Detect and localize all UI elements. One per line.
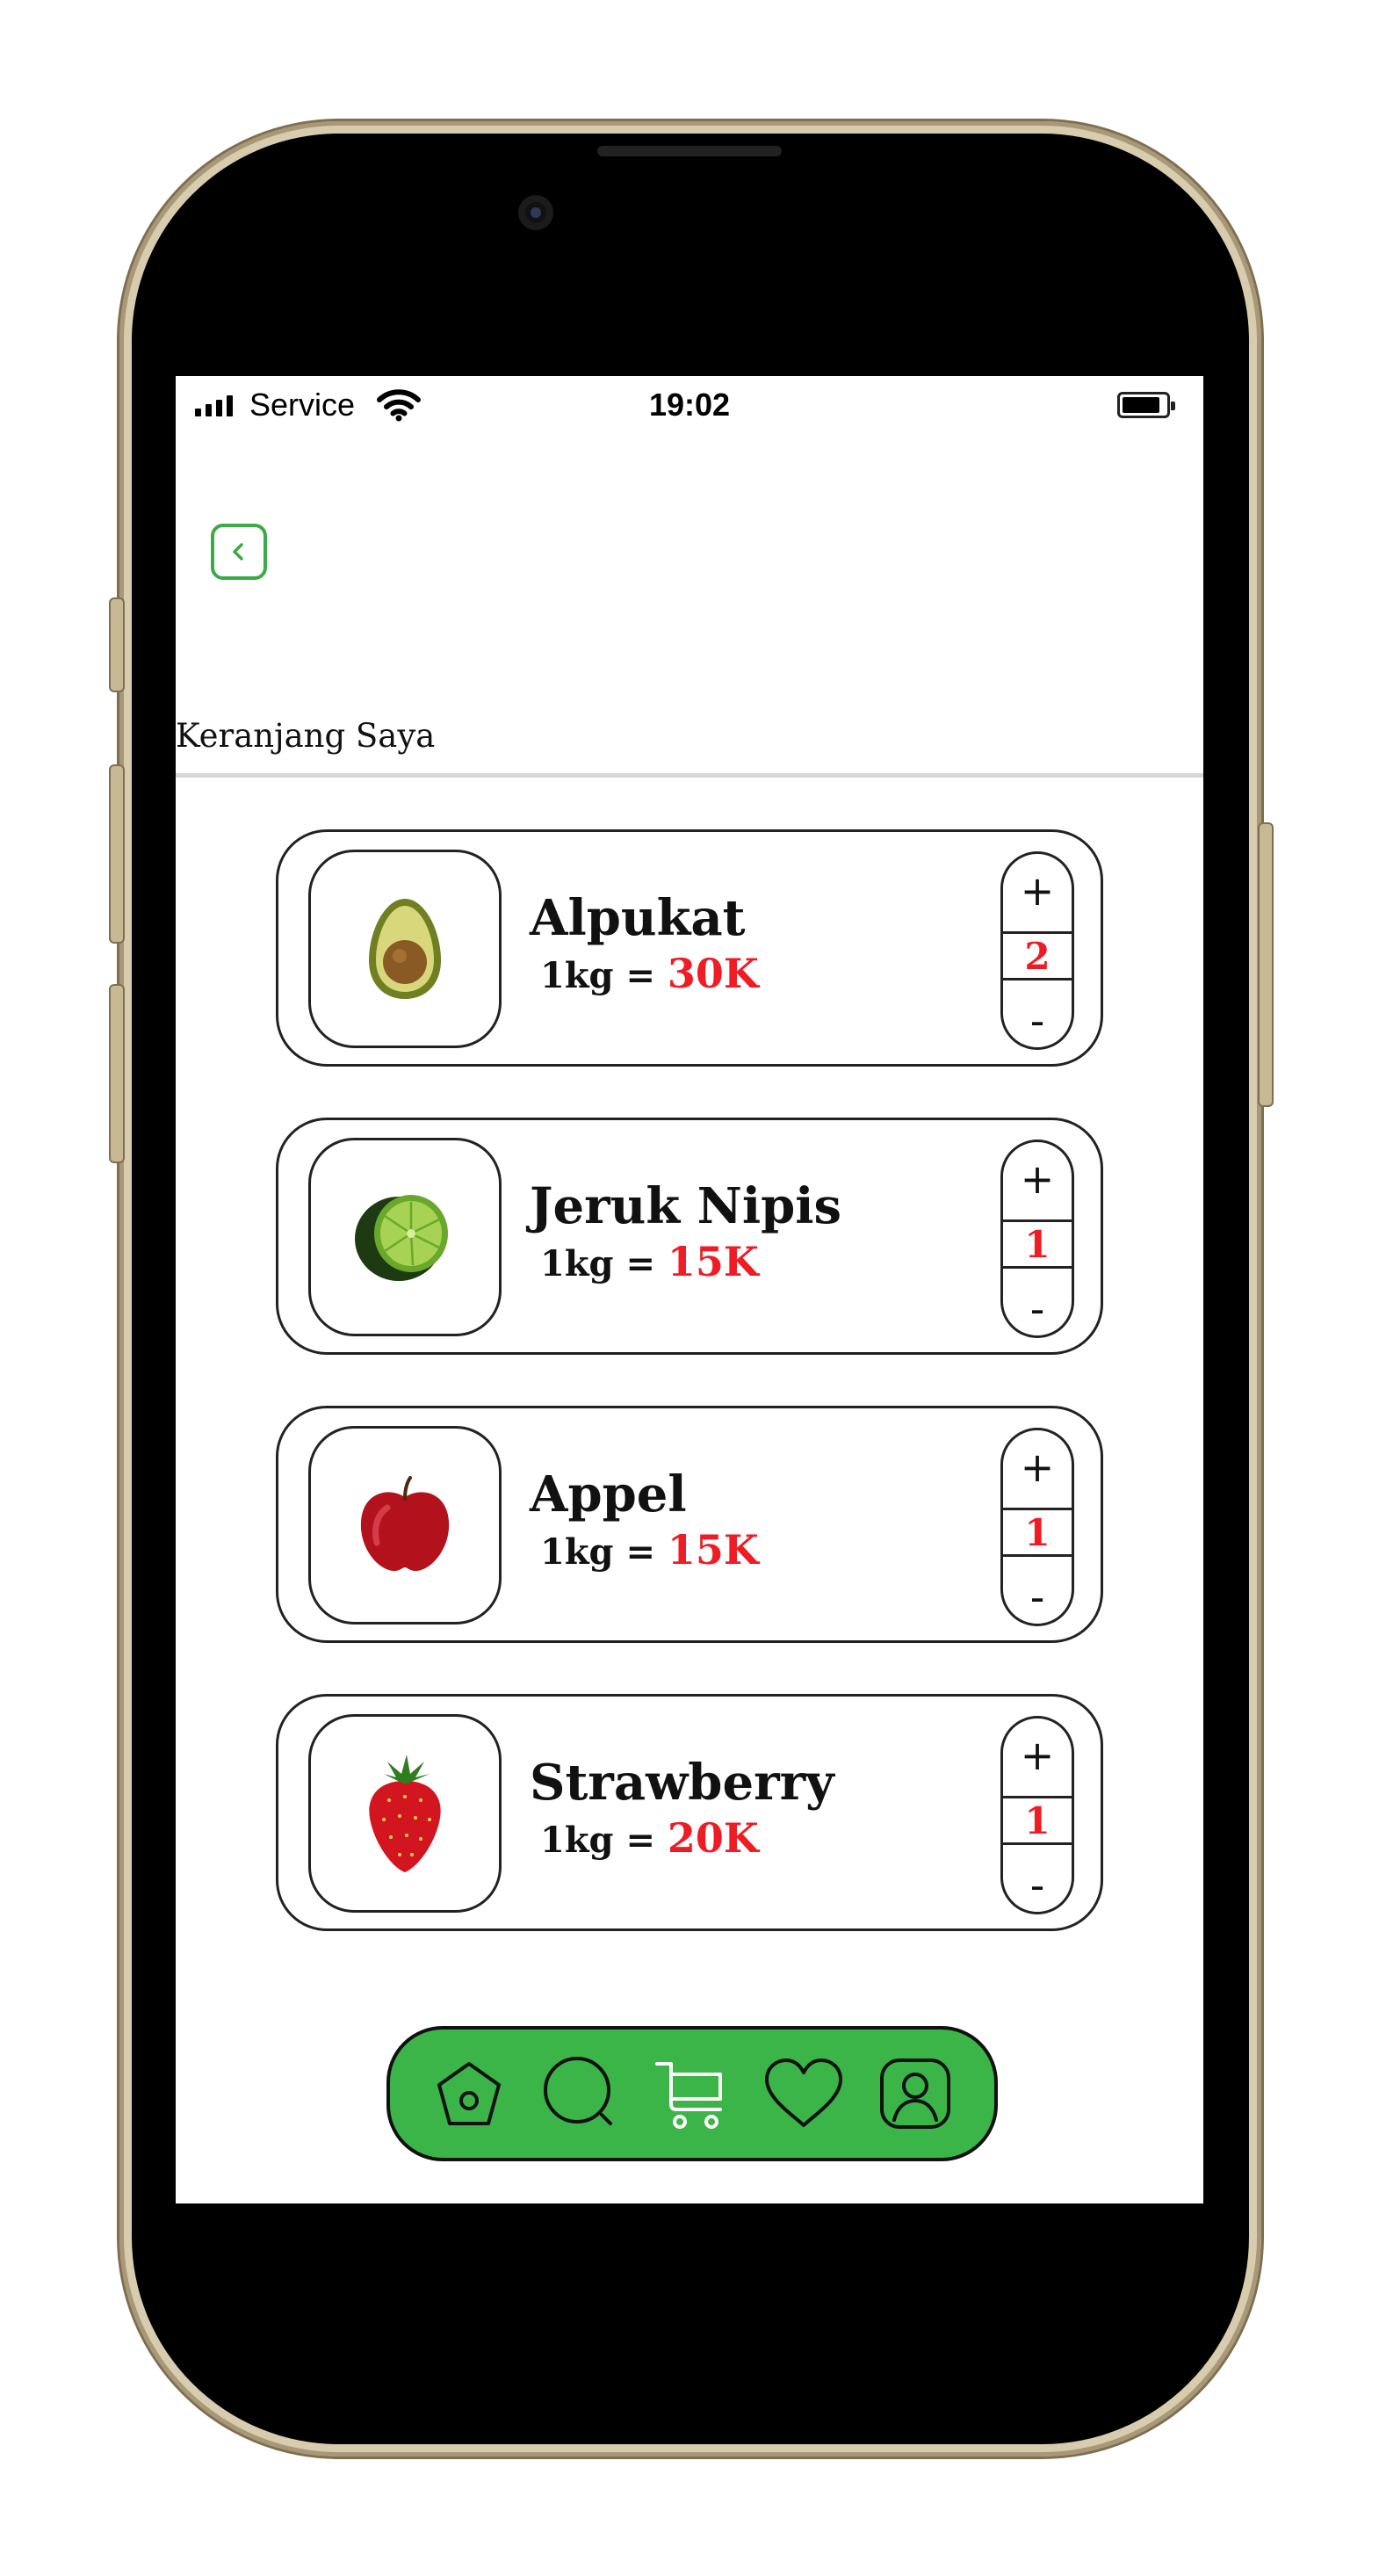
cart-icon xyxy=(655,2062,722,2129)
product-name: Jeruk Nipis xyxy=(530,1177,842,1235)
decrement-button[interactable]: - xyxy=(1003,1272,1072,1335)
product-name: Alpukat xyxy=(530,889,746,947)
product-price: 1kg = 15K xyxy=(540,1241,759,1282)
speaker-grille xyxy=(597,146,782,156)
quantity-stepper: + 1 - xyxy=(1000,1428,1074,1626)
cart-item-jeruk-nipis: Jeruk Nipis 1kg = 15K + 1 - xyxy=(276,1118,1103,1355)
strawberry-image xyxy=(369,1755,441,1872)
price-value: 30K xyxy=(667,950,759,997)
quantity-stepper: + 1 - xyxy=(1000,1140,1074,1338)
product-image-frame xyxy=(308,850,502,1048)
price-value: 15K xyxy=(667,1238,759,1285)
nav-search-button[interactable] xyxy=(540,2053,621,2134)
heart-icon xyxy=(765,2059,842,2127)
price-unit: 1kg = xyxy=(540,1243,668,1284)
power-button xyxy=(1258,822,1274,1107)
home-icon xyxy=(437,2062,501,2125)
bottom-nav xyxy=(386,2026,998,2161)
product-name: Strawberry xyxy=(530,1754,834,1812)
nav-favorites-button[interactable] xyxy=(763,2053,844,2134)
increment-button[interactable]: + xyxy=(1003,854,1072,928)
lime-image xyxy=(355,1195,448,1281)
product-price: 1kg = 30K xyxy=(540,953,759,994)
avocado-image xyxy=(369,899,441,999)
price-unit: 1kg = xyxy=(540,1820,668,1861)
page-title: Keranjang Saya xyxy=(176,717,436,755)
nav-cart-button[interactable] xyxy=(652,2053,733,2134)
chevron-left-icon xyxy=(233,543,243,561)
price-unit: 1kg = xyxy=(540,1531,668,1573)
increment-button[interactable]: + xyxy=(1003,1142,1072,1216)
profile-icon xyxy=(880,2059,950,2129)
volume-up-button xyxy=(109,764,125,944)
price-value: 15K xyxy=(667,1526,759,1574)
quantity-stepper: + 2 - xyxy=(1000,851,1074,1050)
front-camera xyxy=(518,195,553,230)
header-divider xyxy=(176,773,1203,778)
increment-button[interactable]: + xyxy=(1003,1719,1072,1792)
cart-item-strawberry: Strawberry 1kg = 20K + 1 - xyxy=(276,1694,1103,1931)
decrement-button[interactable]: - xyxy=(1003,1849,1072,1912)
cart-item-alpukat: Alpukat 1kg = 30K + 2 - xyxy=(276,829,1103,1067)
quantity-value: 1 xyxy=(1003,1219,1072,1269)
battery-icon xyxy=(1117,392,1175,418)
product-image-frame xyxy=(308,1714,502,1913)
status-bar: Service 19:02 xyxy=(176,376,1203,446)
quantity-value: 1 xyxy=(1003,1508,1072,1557)
decrement-button[interactable]: - xyxy=(1003,984,1072,1047)
volume-down-button xyxy=(109,984,125,1163)
quantity-stepper: + 1 - xyxy=(1000,1716,1074,1914)
apple-image xyxy=(360,1476,450,1571)
product-image-frame xyxy=(308,1138,502,1336)
back-button[interactable] xyxy=(211,524,267,580)
cart-list: Alpukat 1kg = 30K + 2 - Jeruk Nipis 1kg … xyxy=(276,829,1103,1982)
product-name: Appel xyxy=(530,1465,687,1523)
increment-button[interactable]: + xyxy=(1003,1430,1072,1504)
cart-item-appel: Appel 1kg = 15K + 1 - xyxy=(276,1406,1103,1643)
app-screen: Service 19:02 Keranjang Saya Alpukat 1kg… xyxy=(176,376,1203,2203)
decrement-button[interactable]: - xyxy=(1003,1560,1072,1624)
quantity-value: 2 xyxy=(1003,931,1072,980)
product-price: 1kg = 20K xyxy=(540,1818,759,1858)
quantity-value: 1 xyxy=(1003,1796,1072,1845)
product-image-frame xyxy=(308,1426,502,1624)
status-time: 19:02 xyxy=(648,387,731,423)
nav-home-button[interactable] xyxy=(429,2053,509,2134)
price-value: 20K xyxy=(667,1814,759,1862)
mute-switch xyxy=(109,597,125,692)
price-unit: 1kg = xyxy=(540,955,668,996)
product-price: 1kg = 15K xyxy=(540,1530,759,1570)
search-icon xyxy=(544,2057,612,2125)
nav-profile-button[interactable] xyxy=(875,2053,956,2134)
